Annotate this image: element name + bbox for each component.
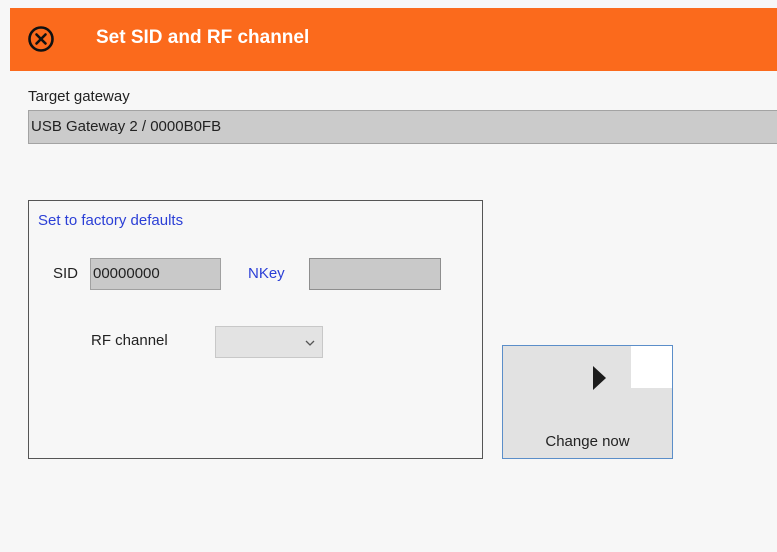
chevron-down-icon <box>304 336 316 348</box>
target-gateway-label: Target gateway <box>28 88 130 105</box>
nkey-label[interactable]: NKey <box>248 265 285 282</box>
play-icon <box>593 366 606 390</box>
target-gateway-field[interactable]: USB Gateway 2 / 0000B0FB <box>28 110 777 144</box>
rf-channel-label: RF channel <box>91 332 168 349</box>
header-bar: Set SID and RF channel <box>10 8 777 71</box>
rf-channel-select[interactable] <box>215 326 323 358</box>
nkey-field[interactable] <box>309 258 441 290</box>
dialog: Set SID and RF channel Target gateway US… <box>0 0 777 552</box>
close-icon[interactable] <box>27 25 55 53</box>
sid-label: SID <box>53 265 79 282</box>
factory-defaults-link[interactable]: Set to factory defaults <box>38 212 183 229</box>
settings-group: Set to factory defaults SID 00000000 NKe… <box>28 200 483 459</box>
change-now-button[interactable]: Change now <box>502 345 673 459</box>
change-now-label: Change now <box>545 433 630 450</box>
dialog-title: Set SID and RF channel <box>96 27 310 48</box>
button-corner <box>631 346 672 388</box>
sid-field[interactable]: 00000000 <box>90 258 221 290</box>
